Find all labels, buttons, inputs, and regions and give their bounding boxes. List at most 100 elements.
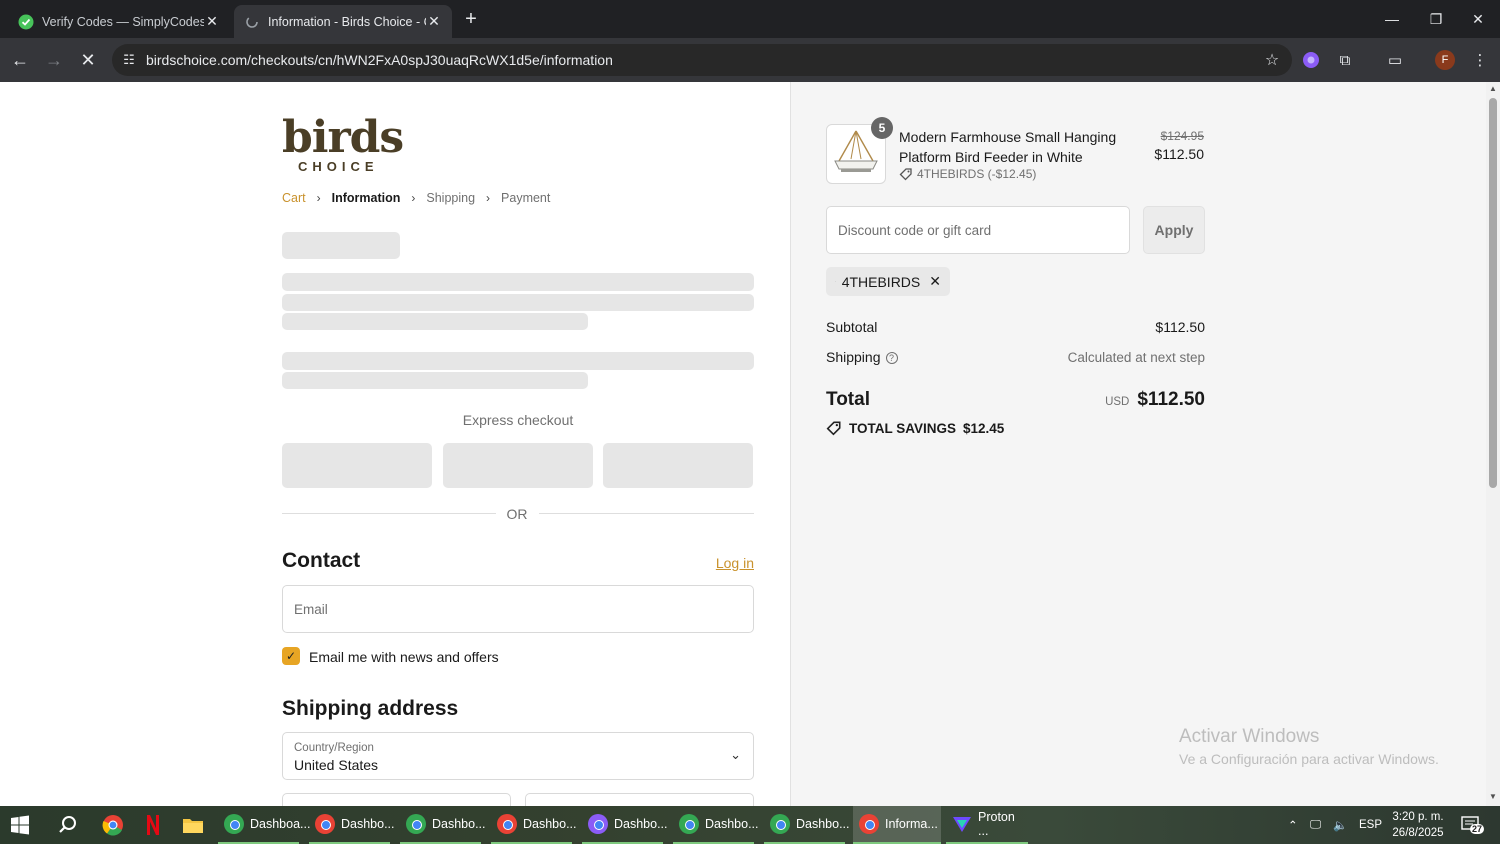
breadcrumb-payment: Payment (501, 191, 551, 205)
forward-arrow-icon[interactable]: → (42, 48, 66, 72)
tag-icon (899, 168, 912, 181)
log-in-link[interactable]: Log in (700, 555, 754, 571)
express-checkout-heading: Express checkout (462, 412, 574, 428)
taskbar-app-dashboard-1[interactable]: Dashboa... (218, 806, 310, 844)
page-scrollbar[interactable]: ▲ ▼ (1486, 82, 1500, 806)
taskbar-app-dashboard-6[interactable]: Dashbo... (673, 806, 759, 844)
site-info-icon[interactable]: ☷ (112, 52, 146, 68)
savings-label: TOTAL SAVINGS (849, 420, 957, 436)
search-icon[interactable] (56, 813, 80, 837)
restore-icon[interactable]: ❐ (1414, 0, 1458, 38)
network-icon[interactable]: 🖵 (1310, 806, 1321, 844)
newsletter-label[interactable]: Email me with news and offers (309, 649, 499, 665)
close-tab-icon[interactable]: ✕ (426, 13, 442, 30)
file-explorer-icon[interactable] (181, 813, 205, 837)
taskbar-app-label: Informa... (885, 817, 938, 831)
order-summary-pane (790, 82, 1486, 806)
divider (539, 513, 754, 514)
taskbar-app-label: Proton ... (978, 810, 1015, 838)
taskbar-app-label: Dashbo... (614, 817, 668, 831)
email-placeholder: Email (294, 602, 328, 617)
first-name-field[interactable] (282, 793, 511, 806)
extension-purple-icon[interactable] (1301, 50, 1321, 70)
skeleton-line (282, 352, 754, 370)
volume-icon[interactable]: 🔈 (1333, 806, 1347, 844)
email-field[interactable]: Email (282, 585, 754, 633)
country-label: Country/Region (294, 742, 374, 754)
newsletter-checkbox[interactable]: ✓ (282, 647, 300, 665)
menu-kebab-icon[interactable]: ⋮ (1470, 50, 1490, 70)
taskbar-app-dashboard-2[interactable]: Dashbo... (309, 806, 395, 844)
notification-center-icon[interactable]: 27 (1461, 815, 1485, 835)
country-select[interactable]: Country/Region United States ⌄ (282, 732, 754, 780)
breadcrumb-cart-link[interactable]: Cart (282, 191, 306, 205)
subtotal-label: Subtotal (826, 319, 878, 335)
chrome-icon (497, 814, 517, 834)
store-logo[interactable]: birds CHOICE (282, 112, 404, 174)
new-tab-button[interactable]: + (460, 8, 482, 30)
show-hidden-icons-chevron-icon[interactable]: ⌃ (1288, 806, 1298, 844)
scrollbar-thumb[interactable] (1489, 98, 1497, 488)
close-window-icon[interactable]: ✕ (1456, 0, 1500, 38)
express-pay-button[interactable] (282, 443, 432, 488)
url-text[interactable]: birdschoice.com/checkouts/cn/hWN2FxA0spJ… (146, 52, 1252, 68)
chrome-icon (224, 814, 244, 834)
chrome-icon (859, 814, 879, 834)
bookmark-star-icon[interactable]: ☆ (1252, 50, 1292, 70)
total-savings: TOTAL SAVINGS $12.45 (826, 420, 1004, 436)
discount-placeholder: Discount code or gift card (838, 223, 992, 238)
quantity-badge: 5 (871, 117, 893, 139)
minimize-icon[interactable]: — (1370, 0, 1414, 38)
netflix-icon[interactable] (141, 813, 165, 837)
discount-code-input[interactable]: Discount code or gift card (826, 206, 1130, 254)
scroll-up-arrow-icon[interactable]: ▲ (1486, 84, 1500, 93)
express-pay-button[interactable] (443, 443, 593, 488)
close-tab-icon[interactable]: ✕ (204, 13, 220, 30)
profile-avatar[interactable]: F (1435, 50, 1455, 70)
taskbar-app-label: Dashbo... (523, 817, 577, 831)
chrome-icon (315, 814, 335, 834)
chevron-right-icon: › (316, 191, 321, 205)
shipping-label: Shipping (826, 349, 881, 365)
help-icon[interactable]: ? (885, 352, 898, 364)
taskbar-app-proton[interactable]: Proton ... (946, 806, 1028, 844)
shipping-row: Shipping? Calculated at next step (826, 349, 1205, 365)
express-pay-button[interactable] (603, 443, 753, 488)
loading-favicon-icon (244, 14, 260, 30)
skeleton-line (282, 294, 754, 311)
stop-loading-icon[interactable]: ✕ (76, 48, 100, 72)
taskbar-app-label: Dashbo... (432, 817, 486, 831)
language-indicator[interactable]: ESP (1359, 806, 1382, 844)
windows-start-icon[interactable] (10, 815, 30, 835)
remove-discount-icon[interactable]: ✕ (929, 273, 941, 290)
tab-birds-choice[interactable]: Information - Birds Choice - Ch ✕ (234, 5, 452, 38)
last-name-field[interactable] (525, 793, 754, 806)
extensions-puzzle-icon[interactable]: ⧉ (1335, 50, 1355, 70)
address-bar[interactable]: ☷ birdschoice.com/checkouts/cn/hWN2FxA0s… (112, 44, 1292, 76)
clock-date: 26/8/2025 (1392, 827, 1444, 839)
taskbar-app-dashboard-4[interactable]: Dashbo... (491, 806, 577, 844)
product-discount-line: 4THEBIRDS (-$12.45) (899, 167, 1036, 181)
shipping-address-heading: Shipping address (282, 697, 459, 720)
tab-title: Information - Birds Choice - Ch (268, 14, 426, 29)
checkmark-icon: ✓ (285, 649, 297, 663)
skeleton-line (282, 313, 588, 330)
tab-search-icon[interactable]: ▭ (1385, 50, 1405, 70)
scroll-down-arrow-icon[interactable]: ▼ (1486, 792, 1500, 801)
logo-wordmark: birds (282, 112, 404, 163)
back-arrow-icon[interactable]: ← (8, 48, 32, 72)
taskbar-app-label: Dashbo... (796, 817, 850, 831)
system-clock[interactable]: 3:20 p. m. 26/8/2025 (1388, 809, 1448, 841)
taskbar-app-dashboard-5[interactable]: Dashbo... (582, 806, 668, 844)
taskbar-app-dashboard-7[interactable]: Dashbo... (764, 806, 850, 844)
apply-button[interactable]: Apply (1143, 206, 1205, 254)
discounted-price: $112.50 (1154, 146, 1204, 162)
product-discount-text: 4THEBIRDS (-$12.45) (917, 167, 1037, 181)
original-price: $124.95 (1160, 129, 1204, 143)
chrome-icon[interactable] (101, 813, 125, 837)
taskbar-app-dashboard-3[interactable]: Dashbo... (400, 806, 486, 844)
browser-tab-bar: Verify Codes — SimplyCodes ✕ Information… (0, 0, 1500, 38)
taskbar-app-information[interactable]: Informa... (853, 806, 941, 844)
country-value: United States (294, 757, 379, 773)
tab-simplycodes[interactable]: Verify Codes — SimplyCodes ✕ (8, 5, 230, 38)
